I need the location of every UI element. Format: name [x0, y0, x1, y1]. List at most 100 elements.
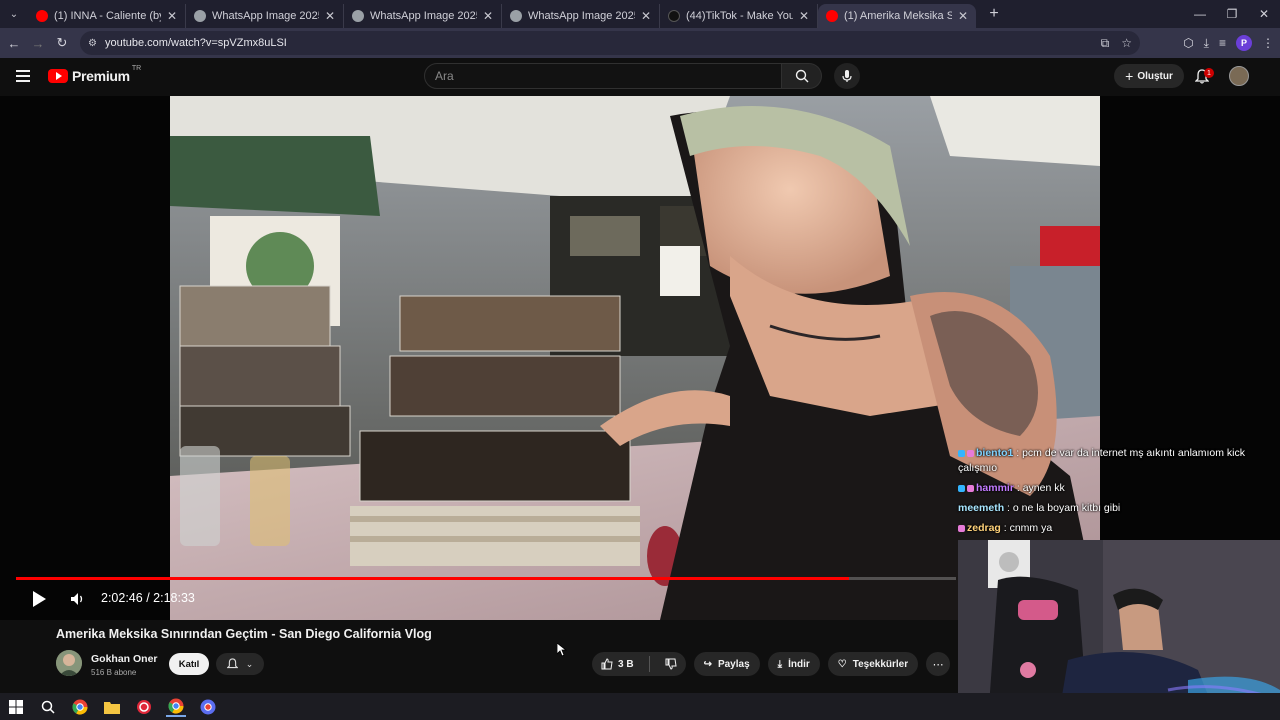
subscription-bell-button[interactable]: ⌄: [216, 653, 264, 675]
chat-badge-icon: [967, 449, 974, 457]
close-tab-icon[interactable]: ✕: [167, 9, 177, 23]
browser-toolbar: ⬡ ⤓ ≡ P ⋮: [1183, 28, 1274, 58]
volume-button[interactable]: [70, 592, 86, 606]
windows-start-icon[interactable]: [6, 697, 26, 717]
user-avatar[interactable]: [1229, 66, 1249, 86]
close-tab-icon[interactable]: ✕: [799, 9, 809, 23]
chat-message: hammir : aynen kk: [958, 481, 1274, 496]
duration: 2:18:33: [153, 591, 195, 605]
create-button[interactable]: + Oluştur: [1114, 64, 1184, 88]
logo-word: Premium: [72, 68, 130, 84]
browser-tab[interactable]: (44)TikTok - Make Your Day ✕: [660, 4, 818, 28]
globe-favicon-icon: [510, 10, 522, 22]
media-controls-icon[interactable]: ≡: [1219, 36, 1226, 50]
download-icon[interactable]: ⤓: [1204, 36, 1209, 51]
window-controls: — ❐ ✕: [1184, 0, 1280, 28]
channel-avatar[interactable]: [56, 650, 82, 676]
download-icon: ⤓: [777, 658, 783, 670]
profile-avatar[interactable]: P: [1236, 35, 1252, 51]
chat-username: hammir: [976, 482, 1014, 494]
youtube-premium-logo[interactable]: Premium TR: [48, 65, 141, 84]
thumbs-down-icon: [665, 658, 677, 670]
time-display: 2:02:46 / 2:18:33: [101, 591, 195, 605]
notification-count-badge: 1: [1204, 68, 1214, 78]
back-icon[interactable]: ←: [2, 28, 26, 58]
file-explorer-icon[interactable]: [102, 697, 122, 717]
close-tab-icon[interactable]: ✕: [325, 9, 335, 23]
browser-tab[interactable]: WhatsApp Image 2025-10-03 a ✕: [186, 4, 344, 28]
bookmark-star-icon[interactable]: ☆: [1121, 36, 1132, 51]
windows-taskbar: [0, 693, 1280, 720]
browser-tab-active[interactable]: (1) Amerika Meksika Sınırından ✕: [818, 4, 976, 28]
dislike-button[interactable]: [656, 652, 686, 676]
tab-label: (44)TikTok - Make Your Day: [686, 10, 793, 22]
search-placeholder: Ara: [435, 69, 454, 83]
tab-label: (1) INNA - Caliente (by Play & W: [54, 10, 161, 22]
bell-icon: [226, 658, 238, 669]
like-dislike-group: 3 B: [592, 652, 686, 676]
thanks-button[interactable]: ♡ Teşekkürler: [827, 652, 919, 676]
tab-label: WhatsApp Image 2025-10-03 a: [212, 10, 319, 22]
channel-name[interactable]: Gokhan Oner: [91, 653, 158, 665]
close-tab-icon[interactable]: ✕: [958, 9, 968, 23]
subscriber-count: 516 B abone: [91, 668, 137, 677]
browser-tab-strip: ⌄ (1) INNA - Caliente (by Play & W ✕ Wha…: [0, 0, 1280, 28]
close-window-icon[interactable]: ✕: [1248, 0, 1280, 28]
share-label: Paylaş: [717, 658, 750, 670]
browser-tab[interactable]: WhatsApp Image 2025-10-03 a ✕: [502, 4, 660, 28]
site-info-icon[interactable]: ⚙: [88, 38, 97, 49]
hamburger-menu-icon[interactable]: [16, 70, 30, 82]
tiktok-favicon-icon: [668, 10, 680, 22]
plus-icon: +: [1125, 68, 1134, 84]
voice-search-button[interactable]: [834, 63, 860, 89]
progress-bar-fill: [16, 577, 849, 580]
chrome-alt-icon[interactable]: [198, 697, 218, 717]
browser-tab[interactable]: (1) INNA - Caliente (by Play & W ✕: [28, 4, 186, 28]
extensions-icon[interactable]: ⬡: [1183, 36, 1193, 50]
chat-badge-icon: [958, 524, 965, 532]
video-title: Amerika Meksika Sınırından Geçtim - San …: [56, 627, 432, 641]
search-button[interactable]: [782, 63, 822, 89]
browser-menu-icon[interactable]: ⋮: [1262, 36, 1274, 50]
youtube-favicon-icon: [826, 10, 838, 22]
app-icon[interactable]: [134, 697, 154, 717]
play-button[interactable]: [30, 590, 48, 608]
chrome-icon[interactable]: [70, 697, 90, 717]
chat-badge-icon: [958, 449, 965, 457]
browser-tab[interactable]: WhatsApp Image 2025-10-03 a ✕: [344, 4, 502, 28]
progress-bar[interactable]: [16, 577, 956, 580]
current-time: 2:02:46: [101, 591, 143, 605]
thanks-label: Teşekkürler: [852, 658, 909, 670]
chrome-active-icon[interactable]: [166, 697, 186, 717]
minimize-icon[interactable]: —: [1184, 0, 1216, 28]
chat-message: biento1 : pcm de var da internet mş aıkı…: [958, 446, 1274, 476]
join-button[interactable]: Katıl: [169, 653, 209, 675]
chat-username: zedrag: [967, 522, 1001, 534]
create-label: Oluştur: [1137, 70, 1173, 82]
share-icon: ↪: [703, 658, 712, 670]
search-icon[interactable]: [38, 697, 58, 717]
tab-search-icon[interactable]: ⌄: [0, 0, 28, 28]
chat-badge-icon: [967, 484, 974, 492]
like-button[interactable]: 3 B: [592, 652, 643, 676]
share-button[interactable]: ↪ Paylaş: [693, 652, 760, 676]
restore-icon[interactable]: ❐: [1216, 0, 1248, 28]
chat-text: : cnmm ya: [1000, 522, 1053, 534]
chat-text: : aynen kk: [1013, 482, 1065, 494]
new-tab-icon[interactable]: +: [982, 5, 1006, 23]
mouse-cursor-icon: [556, 642, 568, 657]
divider: [648, 656, 650, 672]
forward-icon[interactable]: →: [26, 28, 50, 58]
download-button[interactable]: ⤓ İndir: [767, 652, 820, 676]
more-actions-icon[interactable]: ⋯: [926, 652, 951, 676]
chat-text: : o ne la boyam kitbı gibi: [1004, 502, 1121, 514]
url-field[interactable]: ⚙ youtube.com/watch?v=spVZmx8uLSI ⧉ ☆: [80, 31, 1140, 55]
close-tab-icon[interactable]: ✕: [483, 9, 493, 23]
search-input[interactable]: Ara: [424, 63, 782, 89]
live-chat-overlay: biento1 : pcm de var da internet mş aıkı…: [958, 446, 1274, 541]
close-tab-icon[interactable]: ✕: [641, 9, 651, 23]
play-icon: [33, 591, 46, 607]
microphone-icon: [842, 70, 852, 82]
reload-icon[interactable]: ↻: [50, 28, 74, 58]
install-app-icon[interactable]: ⧉: [1101, 36, 1110, 51]
